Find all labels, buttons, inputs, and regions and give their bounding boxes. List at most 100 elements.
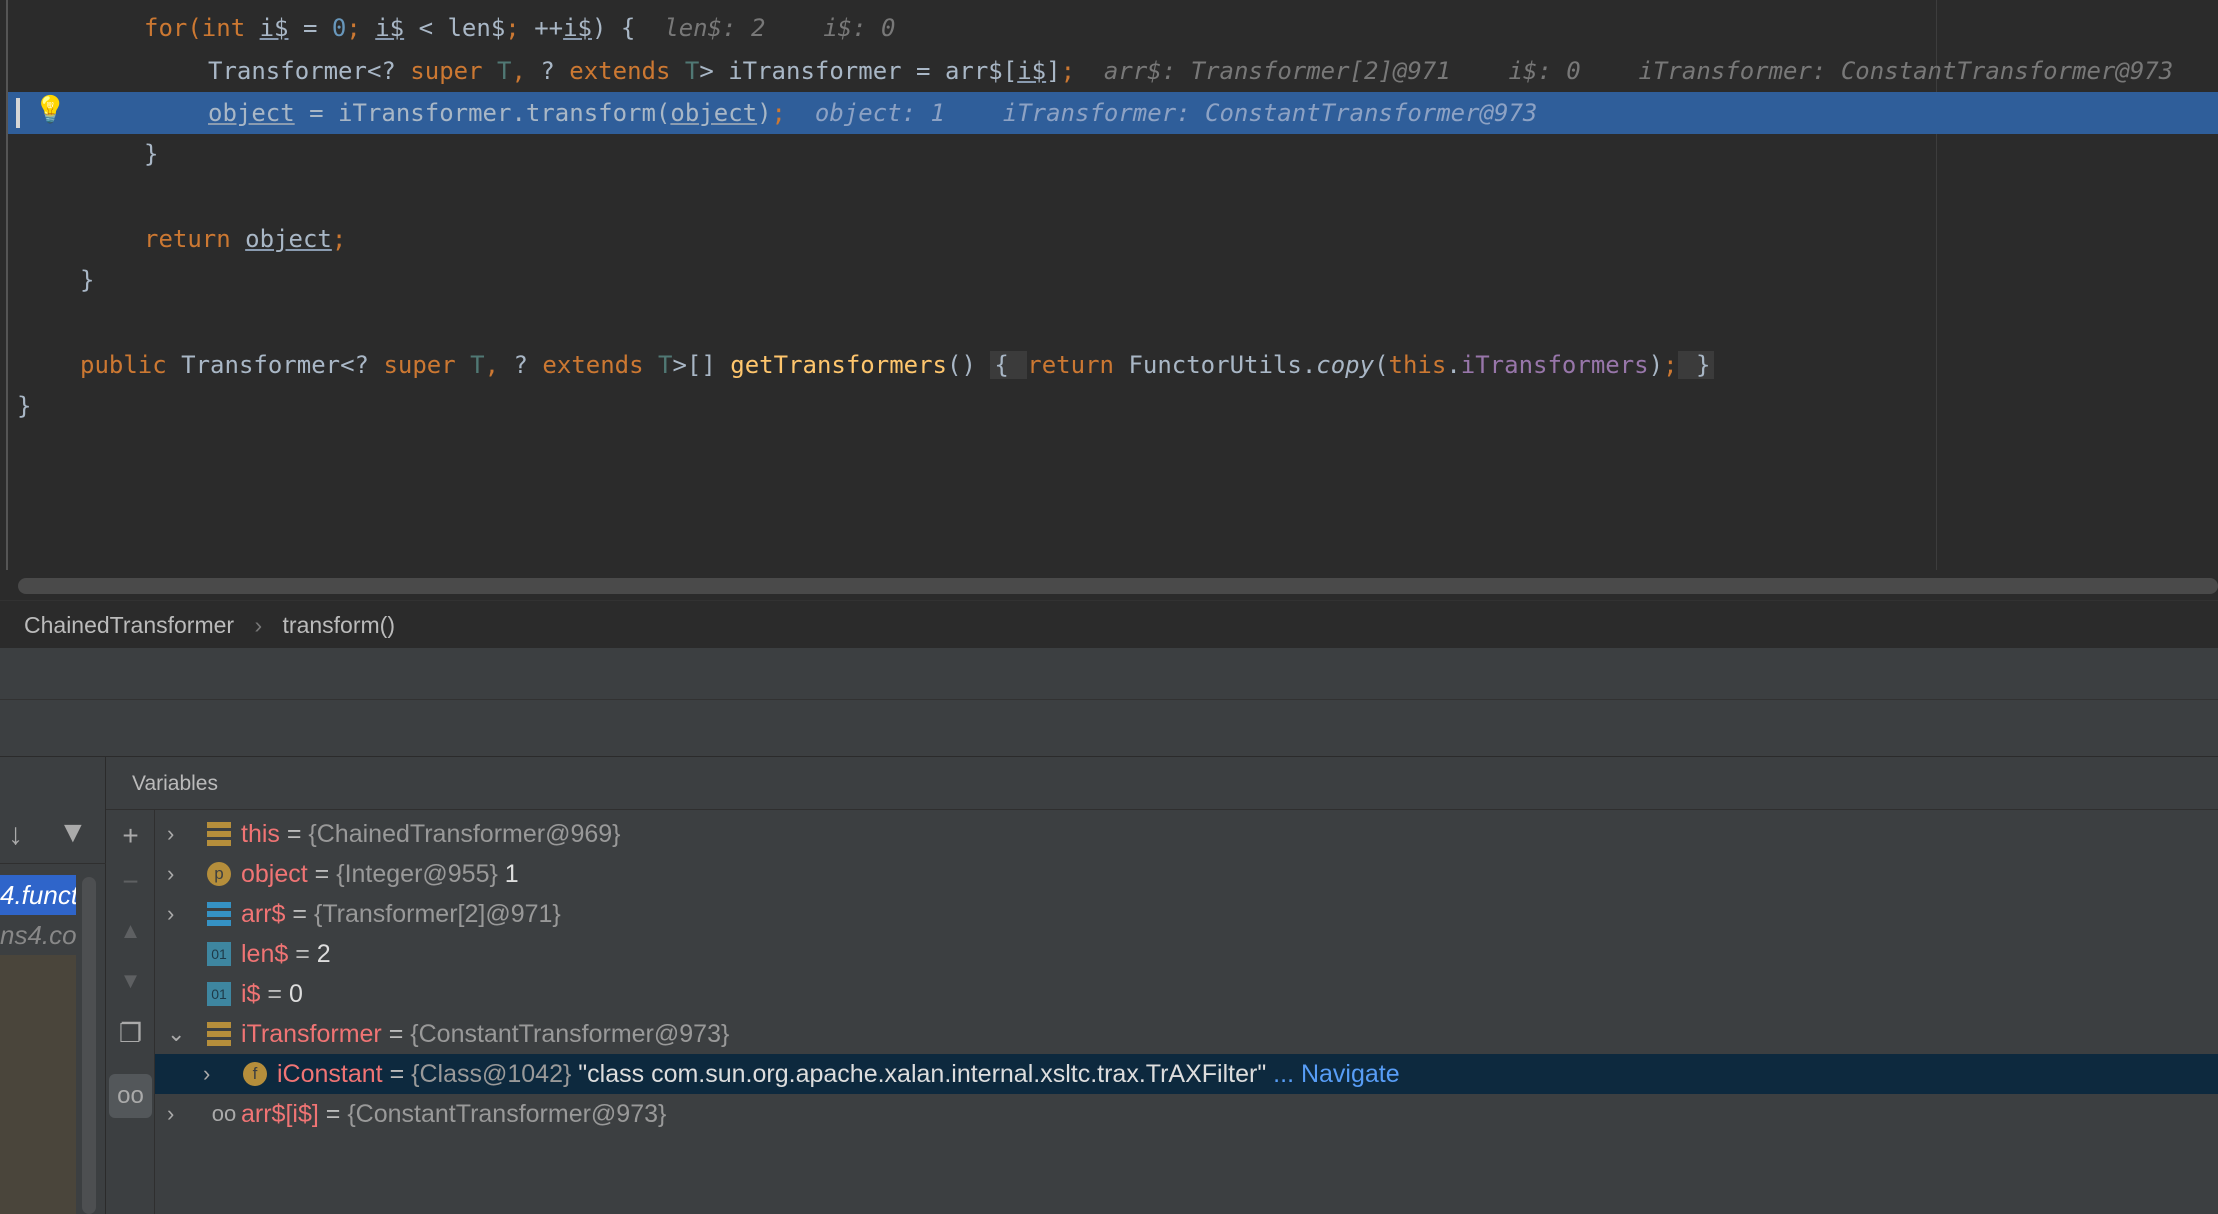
breadcrumb-method[interactable]: transform() xyxy=(283,612,395,638)
variable-row[interactable]: 01 i$ = 0 xyxy=(155,974,2218,1014)
chevron-right-icon[interactable]: › xyxy=(167,894,187,934)
chevron-right-icon[interactable]: › xyxy=(167,854,187,894)
code-token: ( xyxy=(1374,351,1389,379)
code-line[interactable]: } xyxy=(144,133,158,175)
inline-debug-value: object: 1 iTransformer: ConstantTransfor… xyxy=(814,99,1538,127)
code-token: , xyxy=(511,57,541,85)
variable-row[interactable]: › this = {ChainedTransformer@969} xyxy=(155,814,2218,854)
variable-type: {ChainedTransformer@969} xyxy=(308,820,621,848)
variable-name: i$ xyxy=(241,980,261,1008)
variable-type: {Integer@955} xyxy=(336,860,498,888)
chevron-right-icon[interactable]: › xyxy=(203,1054,223,1094)
variable-name: arr$[i$] xyxy=(241,1100,319,1128)
code-token: return xyxy=(1027,351,1129,379)
code-token: T xyxy=(497,57,512,85)
code-token: i$ xyxy=(1017,57,1047,85)
variable-type: {ConstantTransformer@973} xyxy=(410,1020,730,1048)
code-token: ; xyxy=(1663,351,1678,379)
primitive-icon: 01 xyxy=(207,982,231,1006)
variable-name: object xyxy=(241,860,308,888)
code-token: = iTransformer.transform( xyxy=(294,99,671,127)
code-token: this xyxy=(1388,351,1447,379)
code-token: getTransformers xyxy=(730,351,948,379)
code-token: ++ xyxy=(534,14,564,42)
code-token: () xyxy=(947,351,991,379)
remove-watch-icon[interactable]: − xyxy=(106,866,155,898)
frames-scrollbar[interactable] xyxy=(82,877,96,1214)
copy-icon[interactable]: ❐ xyxy=(106,1018,155,1049)
variable-row[interactable]: › arr$ = {Transformer[2]@971} xyxy=(155,894,2218,934)
code-token: ? xyxy=(513,351,543,379)
horizontal-scrollbar[interactable] xyxy=(18,578,2218,594)
variable-name: this xyxy=(241,820,280,848)
move-down-icon[interactable]: ▼ xyxy=(106,968,155,994)
debug-tool-tabs xyxy=(0,648,2218,700)
code-token: int xyxy=(201,14,260,42)
variable-value: 1 xyxy=(504,860,519,888)
code-line[interactable]: public Transformer<? super T, ? extends … xyxy=(80,344,1715,386)
filter-icon[interactable]: ▼ xyxy=(58,816,88,850)
code-line[interactable]: for(int i$ = 0; i$ < len$; ++i$) { len$:… xyxy=(144,7,895,49)
show-watches-icon[interactable]: oo xyxy=(109,1074,152,1118)
code-token: public xyxy=(80,351,182,379)
code-token: ) { xyxy=(592,14,665,42)
frame-item-selected[interactable]: 4.functors.ChainedTransformer xyxy=(0,875,76,915)
code-token: i$ xyxy=(259,14,289,42)
variable-name: arr$ xyxy=(241,900,286,928)
code-token: . xyxy=(1446,351,1461,379)
chevron-down-icon[interactable]: ⌄ xyxy=(167,1014,187,1054)
variable-row[interactable]: › oo arr$[i$] = {ConstantTransformer@973} xyxy=(155,1094,2218,1134)
code-token: extends xyxy=(569,57,685,85)
variable-row[interactable]: › p object = {Integer@955} 1 xyxy=(155,854,2218,894)
code-token: ? xyxy=(540,57,570,85)
variable-type: {Transformer[2]@971} xyxy=(313,900,561,928)
code-line[interactable]: Transformer<? super T, ? extends T> iTra… xyxy=(208,50,2173,92)
code-line[interactable]: return object; xyxy=(144,218,346,260)
code-token: ; xyxy=(771,99,815,127)
breadcrumb-class[interactable]: ChainedTransformer xyxy=(24,612,234,638)
code-token: i$ xyxy=(563,14,592,42)
chevron-right-icon[interactable]: › xyxy=(167,814,187,854)
chevron-right-icon[interactable]: › xyxy=(167,1094,187,1134)
move-up-icon[interactable]: ▲ xyxy=(106,918,155,944)
execution-marker xyxy=(16,98,20,128)
arrow-down-icon[interactable]: ↓ xyxy=(8,818,23,852)
code-token: T xyxy=(470,351,485,379)
code-token: , xyxy=(484,351,514,379)
code-token: ; xyxy=(1060,57,1104,85)
primitive-icon: 01 xyxy=(207,942,231,966)
code-token: } xyxy=(80,266,95,294)
add-watch-icon[interactable]: + xyxy=(106,820,155,852)
code-token: i$ xyxy=(375,14,405,42)
code-line[interactable]: } xyxy=(17,385,31,427)
variable-row[interactable]: 01 len$ = 2 xyxy=(155,934,2218,974)
code-token: object xyxy=(670,99,758,127)
variable-type: {Class@1042} xyxy=(411,1060,572,1088)
code-token: } xyxy=(144,140,159,168)
variables-toolbar: + − ▲ ▼ ❐ oo xyxy=(106,810,155,1214)
code-token: copy xyxy=(1316,351,1375,379)
variable-value: "class com.sun.org.apache.xalan.internal… xyxy=(578,1060,1267,1088)
parameter-icon: p xyxy=(207,862,231,886)
code-token: >[] xyxy=(672,351,731,379)
code-token: return xyxy=(144,225,246,253)
code-editor[interactable]: 💡 for(int i$ = 0; i$ < len$; ++i$) { len… xyxy=(0,0,2218,600)
frames-toolbar: ↓ ▼ xyxy=(0,810,106,864)
breadcrumb: ChainedTransformer › transform() xyxy=(0,600,2218,648)
code-token: } xyxy=(1677,351,1715,379)
code-token: object xyxy=(245,225,332,253)
lightbulb-icon[interactable]: 💡 xyxy=(34,94,66,125)
frame-item[interactable]: ns4.comparators xyxy=(0,915,76,955)
variable-row[interactable]: ⌄ iTransformer = {ConstantTransformer@973… xyxy=(155,1014,2218,1054)
variable-row[interactable]: › f iConstant = {Class@1042} "class com.su… xyxy=(155,1054,2218,1094)
inline-debug-value: len$: 2 i$: 0 xyxy=(664,14,896,42)
variable-name: iConstant xyxy=(277,1060,383,1088)
breadcrumb-separator: › xyxy=(254,612,263,638)
field-icon xyxy=(207,1022,231,1046)
code-token: for( xyxy=(144,14,202,42)
code-line[interactable]: } xyxy=(80,259,94,301)
field-icon xyxy=(207,822,231,846)
code-token: ) xyxy=(757,99,772,127)
navigate-link[interactable]: ... Navigate xyxy=(1273,1060,1399,1088)
code-line[interactable]: object = iTransformer.transform(object);… xyxy=(208,92,1537,134)
